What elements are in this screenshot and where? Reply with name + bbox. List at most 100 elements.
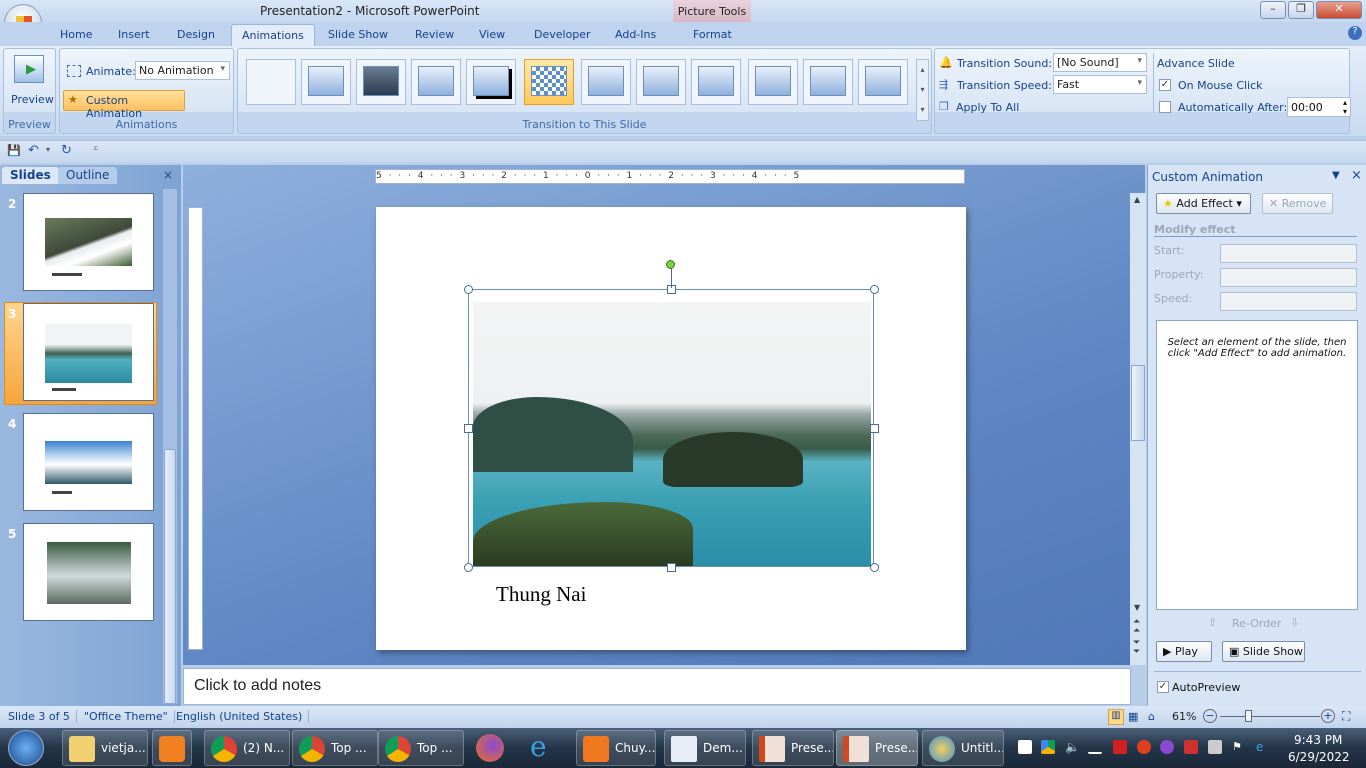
scroll-up-icon[interactable]: ▲ bbox=[1134, 195, 1140, 204]
editor-scrollbar[interactable]: ▲ ▼ ⏶ ⏶ ⏷ ⏷ bbox=[1130, 193, 1146, 665]
clock-time[interactable]: 9:43 PM bbox=[1294, 733, 1342, 747]
customize-qat-icon[interactable]: ⩡ bbox=[93, 144, 98, 154]
custom-animation-button[interactable]: ★ Custom Animation bbox=[63, 90, 185, 120]
language[interactable]: English (United States) bbox=[176, 710, 310, 723]
slide-show-view-icon[interactable]: ⌂ bbox=[1148, 710, 1155, 723]
slides-scrollbar[interactable] bbox=[163, 189, 177, 704]
transition-wheel[interactable] bbox=[803, 59, 853, 105]
save-icon[interactable]: 💾 bbox=[7, 144, 21, 157]
taskbar-media-player[interactable] bbox=[152, 730, 192, 766]
transition-cut[interactable] bbox=[411, 59, 461, 105]
clock-date[interactable]: 6/29/2022 bbox=[1288, 750, 1350, 764]
scroll-down-icon[interactable]: ▼ bbox=[1134, 603, 1140, 612]
selected-picture[interactable] bbox=[468, 289, 874, 567]
action-center-icon[interactable]: ⚑ bbox=[1232, 740, 1246, 754]
antivirus-icon[interactable] bbox=[1113, 740, 1127, 754]
ie-tray-icon[interactable]: e bbox=[1256, 740, 1270, 754]
rotate-handle[interactable] bbox=[666, 260, 675, 269]
transition-dissolve[interactable] bbox=[524, 59, 574, 105]
transition-push-down[interactable] bbox=[858, 59, 908, 105]
transition-fade-black[interactable] bbox=[356, 59, 406, 105]
firefox-icon[interactable] bbox=[476, 734, 504, 762]
speed-dropdown[interactable] bbox=[1220, 292, 1357, 311]
transition-fade-smoothly[interactable] bbox=[301, 59, 351, 105]
tab-format[interactable]: Format bbox=[687, 26, 738, 43]
zoom-in-icon[interactable]: + bbox=[1321, 709, 1335, 723]
transition-wipe-up[interactable] bbox=[748, 59, 798, 105]
gallery-scroll[interactable]: ▴ ▾ ▾ bbox=[916, 59, 929, 121]
reorder-down-icon[interactable]: ⇩ bbox=[1290, 616, 1299, 629]
slide-show-button[interactable]: ▣ Slide Show bbox=[1222, 641, 1305, 662]
usb-icon[interactable] bbox=[1208, 740, 1222, 754]
remove-button[interactable]: ✕ Remove bbox=[1262, 193, 1333, 214]
tab-design[interactable]: Design bbox=[171, 26, 221, 43]
internet-explorer-icon[interactable]: e bbox=[530, 730, 547, 763]
maximize-button[interactable]: ❐ bbox=[1288, 1, 1314, 19]
redo-icon[interactable]: ↻ bbox=[61, 143, 72, 158]
resize-handle[interactable] bbox=[667, 563, 676, 572]
pane-close-icon[interactable]: × bbox=[1351, 168, 1362, 183]
transition-sound-dropdown[interactable]: [No Sound] bbox=[1053, 53, 1147, 72]
taskbar-foxit[interactable]: Chuy... bbox=[576, 730, 656, 766]
tab-review[interactable]: Review bbox=[409, 26, 460, 43]
zoom-slider-thumb[interactable] bbox=[1245, 710, 1253, 722]
tab-slide-show[interactable]: Slide Show bbox=[322, 26, 394, 43]
auto-after-checkbox[interactable] bbox=[1159, 101, 1171, 113]
resize-handle[interactable] bbox=[464, 563, 473, 572]
slide-thumbnail-5[interactable] bbox=[23, 523, 154, 621]
taskbar-word[interactable]: Dem... bbox=[664, 730, 746, 766]
taskbar-powerpoint-2[interactable]: Prese... bbox=[836, 730, 918, 766]
zoom-out-icon[interactable]: − bbox=[1203, 709, 1217, 723]
tab-insert[interactable]: Insert bbox=[112, 26, 156, 43]
transition-none[interactable] bbox=[246, 59, 296, 105]
tab-slides[interactable]: Slides bbox=[2, 167, 59, 184]
fit-to-window-icon[interactable]: ⛶ bbox=[1342, 709, 1350, 724]
resize-handle[interactable] bbox=[870, 424, 879, 433]
tab-developer[interactable]: Developer bbox=[528, 26, 597, 43]
v-tray-icon[interactable] bbox=[1184, 740, 1198, 754]
preview-button[interactable]: Preview bbox=[11, 93, 54, 106]
slide-thumbnail-3[interactable] bbox=[23, 303, 154, 401]
apply-to-all-button[interactable]: Apply To All bbox=[956, 101, 1019, 114]
property-dropdown[interactable] bbox=[1220, 268, 1357, 287]
undo-dropdown-icon[interactable]: ▾ bbox=[46, 145, 50, 154]
transition-wipe-right[interactable] bbox=[691, 59, 741, 105]
help-icon[interactable]: ? bbox=[1348, 26, 1362, 40]
pane-menu-icon[interactable]: ▼ bbox=[1332, 170, 1340, 181]
transition-wipe-left[interactable] bbox=[636, 59, 686, 105]
minimize-button[interactable]: – bbox=[1260, 1, 1286, 19]
tab-add-ins[interactable]: Add-Ins bbox=[609, 26, 662, 43]
slide-sorter-icon[interactable]: ▦ bbox=[1128, 710, 1138, 723]
resize-handle[interactable] bbox=[870, 285, 879, 294]
zalo-icon[interactable] bbox=[1018, 740, 1032, 754]
reorder-up-icon[interactable]: ⇧ bbox=[1208, 616, 1217, 629]
tab-view[interactable]: View bbox=[473, 26, 511, 43]
transition-cut-black[interactable] bbox=[466, 59, 516, 105]
app-tray-icon[interactable] bbox=[1160, 740, 1174, 754]
google-drive-icon[interactable] bbox=[1041, 740, 1055, 754]
start-dropdown[interactable] bbox=[1220, 244, 1357, 263]
taskbar-powerpoint-1[interactable]: Prese... bbox=[752, 730, 834, 766]
network-icon[interactable] bbox=[1088, 740, 1102, 754]
previous-slide-icon[interactable]: ⏶ ⏶ bbox=[1133, 618, 1140, 636]
transition-wipe-down[interactable] bbox=[581, 59, 631, 105]
start-button[interactable] bbox=[8, 730, 44, 766]
volume-icon[interactable]: 🔈 bbox=[1065, 740, 1080, 754]
taskbar-paint[interactable]: Untitl... bbox=[922, 730, 1004, 766]
tab-home[interactable]: Home bbox=[54, 26, 98, 43]
close-button[interactable]: ✕ bbox=[1316, 1, 1362, 19]
unikey-icon[interactable] bbox=[1137, 740, 1151, 754]
slide-caption-text[interactable]: Thung Nai bbox=[496, 582, 586, 607]
autopreview-checkbox[interactable]: ✓ bbox=[1157, 681, 1169, 693]
slide-thumbnail-2[interactable] bbox=[23, 193, 154, 291]
resize-handle[interactable] bbox=[464, 285, 473, 294]
add-effect-button[interactable]: ★ Add Effect ▾ bbox=[1156, 193, 1251, 214]
resize-handle[interactable] bbox=[870, 563, 879, 572]
normal-view-icon[interactable]: ▥ bbox=[1108, 709, 1124, 725]
taskbar-chrome-3[interactable]: Top ... bbox=[378, 730, 464, 766]
animation-list[interactable]: Select an element of the slide, then cli… bbox=[1156, 320, 1358, 610]
zoom-level[interactable]: 61% bbox=[1172, 710, 1196, 723]
play-button[interactable]: ▶ Play bbox=[1156, 641, 1212, 662]
notes-field[interactable]: Click to add notes bbox=[183, 668, 1131, 705]
on-mouse-click-checkbox[interactable]: ✓ bbox=[1159, 79, 1171, 91]
